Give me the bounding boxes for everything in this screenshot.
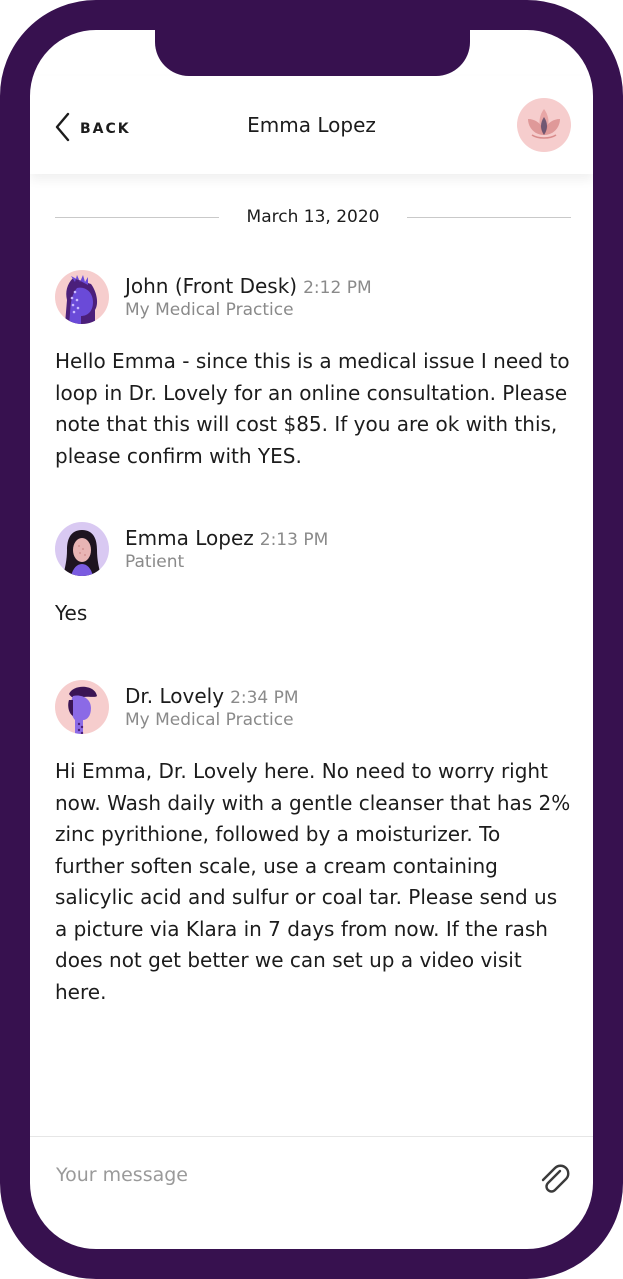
message-item: Dr. Lovely 2:34 PM My Medical Practice Hi… xyxy=(55,680,575,1008)
sender-name: Dr. Lovely xyxy=(125,684,225,708)
page-title: Emma Lopez xyxy=(247,113,376,137)
message-input[interactable] xyxy=(54,1163,518,1187)
divider-line xyxy=(407,216,571,218)
avatar[interactable] xyxy=(55,270,109,324)
paperclip-icon[interactable] xyxy=(537,1163,571,1201)
sender-subtitle: My Medical Practice xyxy=(125,710,294,730)
divider-line xyxy=(55,216,219,218)
message-header: Emma Lopez 2:13 PM Patient xyxy=(55,522,575,576)
message-item: Emma Lopez 2:13 PM Patient Yes xyxy=(55,522,575,630)
avatar[interactable] xyxy=(55,680,109,734)
message-header: Dr. Lovely 2:34 PM My Medical Practice xyxy=(55,680,575,734)
message-time: 2:13 PM xyxy=(259,530,329,550)
avatar[interactable] xyxy=(55,522,109,576)
sender-name-line: Dr. Lovely 2:34 PM xyxy=(125,684,299,710)
battery-icon xyxy=(539,54,573,74)
message-item: John (Front Desk) 2:12 PM My Medical Prac… xyxy=(55,270,575,472)
sender-subtitle: My Medical Practice xyxy=(125,300,294,320)
sender-name-line: Emma Lopez 2:13 PM xyxy=(125,526,328,552)
status-bar xyxy=(477,53,573,74)
message-header: John (Front Desk) 2:12 PM My Medical Prac… xyxy=(55,270,575,324)
sender-info: Dr. Lovely 2:34 PM My Medical Practice xyxy=(125,684,299,730)
date-divider: March 13, 2020 xyxy=(55,205,571,229)
device-notch xyxy=(155,28,470,76)
signal-icon xyxy=(477,54,501,74)
chat-header: BACK Emma Lopez xyxy=(30,76,593,174)
message-composer xyxy=(30,1136,593,1227)
message-text: Yes xyxy=(55,601,88,625)
sender-subtitle: Patient xyxy=(125,552,185,572)
message-text: Hi Emma, Dr. Lovely here. No need to wor… xyxy=(55,759,571,1004)
sender-name: Emma Lopez xyxy=(125,526,254,550)
sender-info: Emma Lopez 2:13 PM Patient xyxy=(125,526,328,572)
lotus-logo-icon[interactable] xyxy=(517,98,571,152)
sender-info: John (Front Desk) 2:12 PM My Medical Prac… xyxy=(125,274,372,320)
sender-name-line: John (Front Desk) 2:12 PM xyxy=(125,274,372,300)
message-time: 2:34 PM xyxy=(230,688,299,708)
date-label: March 13, 2020 xyxy=(246,207,380,227)
phone-screen: BACK Emma Lopez March 13, 2020 John (Fro… xyxy=(0,0,623,1279)
message-time: 2:12 PM xyxy=(303,278,372,298)
message-text: Hello Emma - since this is a medical iss… xyxy=(55,349,570,468)
wifi-icon xyxy=(508,53,532,74)
device-frame xyxy=(0,0,623,1279)
sender-name: John (Front Desk) xyxy=(125,274,298,298)
